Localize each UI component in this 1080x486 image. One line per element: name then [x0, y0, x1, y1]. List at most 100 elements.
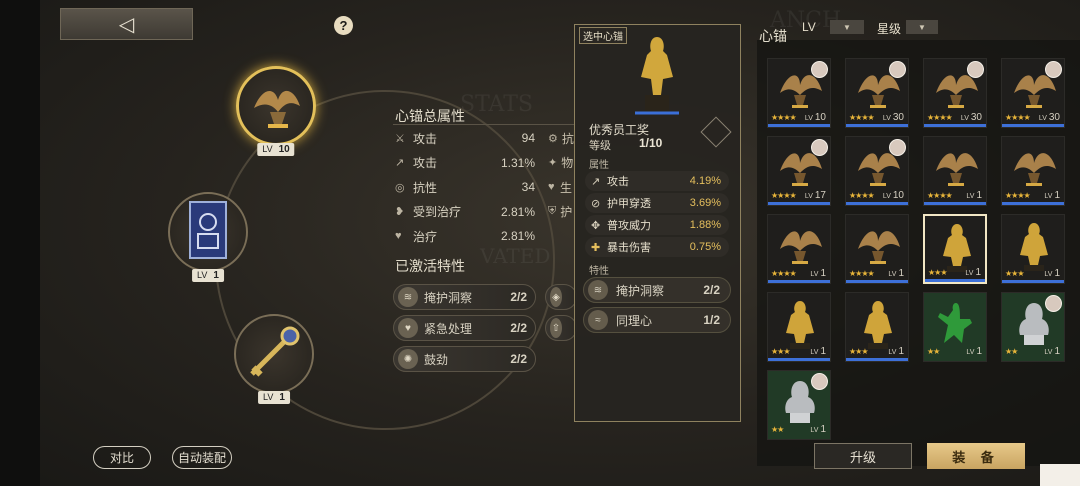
back-button[interactable]: ◁ — [60, 8, 193, 40]
popover-trait-row[interactable]: ≋ 掩护洞察 2/2 — [583, 277, 731, 303]
gear-icon: ⚙ — [548, 132, 558, 145]
star-rating: ★★★ — [928, 268, 947, 277]
golden-statue-icon — [635, 37, 679, 115]
popover-level-value: 1/10 — [639, 136, 663, 150]
auto-equip-button[interactable]: 自动装配 — [172, 446, 232, 469]
star-rating: ★★★ — [771, 347, 790, 356]
inventory-item[interactable]: ★★★★ LV 1 — [923, 136, 987, 206]
inventory-item[interactable]: ★★★★ LV 10 — [845, 136, 909, 206]
trait-item[interactable]: ♥ 紧急处理 2/2 — [393, 315, 536, 341]
star-rating: ★★★★ — [771, 191, 797, 200]
avatar — [811, 61, 828, 78]
rarity-bar — [924, 124, 986, 127]
inventory-item[interactable]: ★★★★ LV 1 — [767, 214, 831, 284]
popover-tag: 选中心锚 — [579, 27, 627, 44]
inventory-item[interactable]: ★★★★ LV 30 — [1001, 58, 1065, 128]
slot-2[interactable]: LV 1 — [168, 192, 248, 282]
rarity-bar — [768, 358, 830, 361]
avatar — [1045, 295, 1062, 312]
item-level: LV 10 — [804, 112, 826, 123]
emergency-heart-icon: ♥ — [398, 318, 418, 338]
crosshair-icon: ✥ — [591, 219, 601, 232]
avatar — [811, 373, 828, 390]
item-level: LV 1 — [888, 268, 904, 279]
selected-anchor-popover: 选中心锚 优秀员工奖 等级 1/10 属性 ↗ 攻击 4.19% ⊘ 护甲穿透 3.69… — [574, 24, 741, 422]
item-level: LV 1 — [966, 190, 982, 201]
tarot-card-icon — [189, 201, 227, 259]
back-arrow-icon: ◁ — [118, 13, 135, 36]
dancer-icon — [938, 303, 972, 343]
popover-trait-row[interactable]: ≈ 同理心 1/2 — [583, 307, 731, 333]
rarity-bar — [768, 202, 830, 205]
help-button[interactable]: ? — [334, 16, 353, 35]
item-level: LV 17 — [804, 190, 826, 201]
item-level: LV 1 — [1044, 346, 1060, 357]
stat-row: ♥ 治疗 2.81% — [395, 229, 535, 244]
inventory-item[interactable]: ★★ LV 1 — [1001, 292, 1065, 362]
chevron-down-icon: ▼ — [843, 22, 851, 32]
upgrade-button[interactable]: 升级 — [814, 443, 912, 469]
inventory-item[interactable]: ★★★ LV 1 — [767, 292, 831, 362]
rarity-bar — [924, 202, 986, 205]
inventory-item[interactable]: ★★★★ LV 1 — [845, 214, 909, 284]
star-rating: ★★★★ — [927, 191, 953, 200]
inventory-item[interactable]: ★★★ LV 1 — [845, 292, 909, 362]
inventory-item[interactable]: ★★★ LV 1 — [923, 214, 987, 284]
popover-prop-row: ↗ 攻击 4.19% — [585, 171, 729, 191]
inventory-item[interactable]: ★★★★ LV 1 — [1001, 136, 1065, 206]
shield-icon: ◎ — [395, 181, 405, 194]
stats-title: 心锚总属性 — [395, 108, 465, 124]
inventory-item[interactable]: ★★★ LV 1 — [1001, 214, 1065, 284]
rarity-bar — [846, 124, 908, 127]
equip-button[interactable]: 装 备 — [927, 443, 1025, 469]
inventory-item[interactable]: ★★★★ LV 17 — [767, 136, 831, 206]
statue-icon — [943, 224, 971, 272]
avatar — [889, 61, 906, 78]
shield-icon: ⛨ — [548, 205, 557, 218]
item-level: LV 1 — [810, 424, 826, 435]
inventory-item[interactable]: ★★ LV 1 — [923, 292, 987, 362]
sort-star-label: 星级 — [877, 22, 902, 36]
stat-row: ◎ 抗性 34 — [395, 180, 535, 195]
slot-3[interactable]: LV 1 — [234, 314, 314, 404]
slot-1[interactable]: LV 10 — [236, 66, 316, 156]
rarity-bar — [1002, 280, 1064, 283]
pierce-icon: ⊘ — [591, 197, 601, 210]
trait-item[interactable]: ✺ 鼓劲 2/2 — [393, 346, 536, 372]
compare-button[interactable]: 对比 — [93, 446, 151, 469]
avatar — [967, 61, 984, 78]
slot-level-badge: LV 10 — [257, 143, 295, 156]
statue-icon — [864, 301, 892, 349]
inventory-item[interactable]: ★★★★ LV 30 — [845, 58, 909, 128]
upgrade-icon: ⇧ — [550, 318, 562, 338]
inventory-item[interactable]: ★★★★ LV 30 — [923, 58, 987, 128]
cover-insight-icon: ≋ — [588, 280, 608, 300]
star-rating: ★★★★ — [849, 269, 875, 278]
heart-icon: ♥ — [548, 181, 555, 194]
item-level: LV 30 — [1038, 112, 1060, 123]
popover-prop-row: ✚ 暴击伤害 0.75% — [585, 237, 729, 257]
statue-icon — [1020, 223, 1048, 271]
item-level: LV 1 — [810, 346, 826, 357]
stat-row: ⚔ 攻击 94 — [395, 131, 535, 146]
stats-divider — [393, 124, 576, 125]
wing-icon — [780, 231, 822, 264]
trait-item[interactable]: ≋ 掩护洞察 2/2 — [393, 284, 536, 310]
rarity-bar — [846, 280, 908, 283]
trait-item-partial[interactable]: ⇧ — [545, 315, 577, 341]
inventory-item[interactable]: ★★ LV 1 — [767, 370, 831, 440]
sort-level-dropdown[interactable]: ▼ — [830, 20, 864, 34]
inventory-item[interactable]: ★★★★ LV 10 — [767, 58, 831, 128]
crit-icon: ✚ — [591, 241, 601, 254]
sword-up-icon: ↗ — [591, 175, 601, 188]
slot-ring — [168, 192, 248, 272]
inventory-title: 心锚 — [759, 28, 787, 44]
star-rating: ★★★★ — [771, 269, 797, 278]
popover-props-label: 属性 — [589, 160, 609, 171]
trait-item-partial[interactable]: ◈ — [545, 284, 577, 310]
slot-level-badge: LV 1 — [192, 269, 224, 282]
sort-star-dropdown[interactable]: ▼ — [906, 20, 938, 34]
winged-trophy-icon — [254, 90, 300, 128]
statue-icon — [786, 301, 814, 349]
rarity-bar — [768, 124, 830, 127]
